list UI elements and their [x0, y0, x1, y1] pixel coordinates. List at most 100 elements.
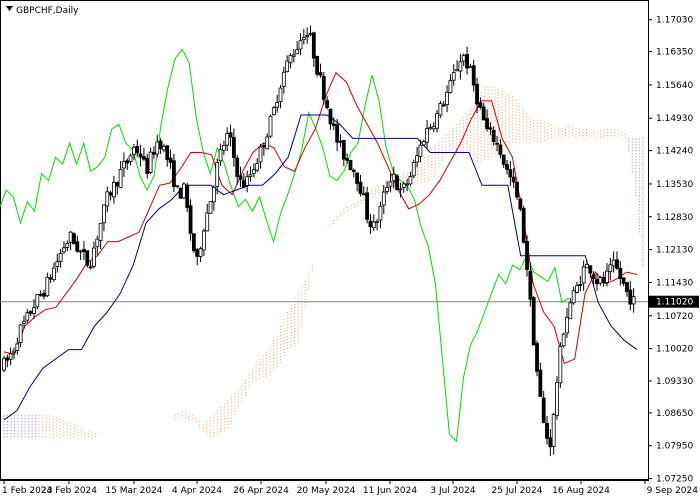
candle	[191, 233, 196, 253]
candle-body	[181, 183, 186, 199]
candle-body	[428, 127, 433, 130]
candle-body	[105, 191, 110, 207]
time-tick-label: 25 Jul 2024	[492, 486, 543, 496]
candle	[518, 197, 523, 212]
candle-body	[45, 277, 50, 297]
candle-body	[118, 168, 123, 188]
candle	[558, 342, 563, 388]
candle-body	[325, 100, 330, 108]
candle-body	[172, 160, 176, 187]
candle	[315, 55, 320, 77]
candle-body	[22, 321, 26, 324]
candle-body	[142, 156, 146, 160]
candle-body	[508, 169, 513, 178]
candle-body	[185, 184, 190, 208]
candle-body	[445, 91, 449, 106]
symbol-title: GBPCHF,Daily	[6, 6, 79, 16]
candle-body	[12, 350, 16, 354]
candle-body	[5, 357, 10, 361]
price-tick-label: 1.12830	[656, 213, 693, 223]
candle-body	[102, 204, 106, 224]
time-tick-label: 4 Apr 2024	[172, 486, 222, 496]
candle-body	[308, 33, 313, 36]
candle-body	[201, 230, 206, 251]
current-price-value: 1.11020	[656, 298, 693, 308]
candle-body	[191, 233, 196, 252]
candle-body	[405, 183, 410, 186]
candle-body	[391, 173, 396, 182]
candle-body	[621, 277, 626, 284]
candle-body	[551, 413, 556, 447]
candle-body	[245, 176, 250, 186]
candle-body	[525, 240, 529, 270]
candle-body	[155, 141, 160, 155]
candle	[555, 376, 559, 420]
candle-body	[152, 151, 156, 155]
candle-body	[368, 220, 373, 228]
candle-body	[485, 118, 489, 130]
candle-body	[521, 207, 526, 243]
price-tick-label: 1.10020	[656, 345, 693, 355]
candle-body	[475, 84, 479, 105]
candle-body	[491, 130, 496, 142]
candle-body	[351, 169, 356, 172]
candle-body	[375, 221, 380, 223]
candle-body	[108, 192, 113, 196]
price-tick-label: 1.14240	[656, 147, 693, 157]
candle	[271, 106, 276, 116]
candle-body	[55, 261, 60, 267]
time-tick-label: 3 Jul 2024	[430, 486, 475, 496]
candle-body	[265, 136, 270, 150]
time-tick-label: 9 Sep 2024	[647, 486, 699, 496]
candle-body	[601, 276, 606, 284]
price-tick-label: 1.09330	[656, 377, 693, 387]
ichimoku-chart: GBPCHF,Daily 1.17030 1.16350 1.15640 1.1493…	[0, 0, 699, 496]
candle-body	[238, 175, 243, 180]
candle-body	[42, 292, 46, 297]
candle-body	[138, 153, 143, 158]
candle-body	[338, 140, 343, 143]
candle-body	[158, 140, 163, 150]
candle-body	[575, 285, 579, 293]
candle-body	[321, 75, 326, 100]
candle-body	[28, 311, 33, 314]
candle-body	[48, 277, 53, 280]
candle-body	[205, 212, 210, 232]
price-tick-label: 1.14930	[656, 114, 693, 124]
candle-body	[378, 205, 383, 221]
candle-body	[571, 290, 576, 304]
candle-body	[471, 65, 476, 86]
candle-body	[95, 238, 100, 247]
candle	[2, 355, 6, 373]
candle-body	[301, 37, 306, 40]
candle-body	[58, 253, 63, 262]
candle-body	[431, 126, 436, 130]
candle-body	[261, 145, 266, 148]
candle	[438, 100, 443, 118]
candle-body	[371, 221, 376, 229]
candle	[35, 294, 40, 310]
candle-body	[625, 282, 629, 293]
candle-body	[248, 174, 253, 177]
candle-body	[331, 123, 336, 126]
candle-body	[518, 198, 523, 210]
candle-body	[92, 247, 96, 267]
candle-body	[15, 343, 20, 351]
candle-body	[8, 353, 13, 360]
candle-body	[498, 144, 503, 155]
candle	[181, 182, 186, 200]
candle-body	[615, 259, 619, 269]
candle	[85, 250, 90, 268]
candle	[395, 174, 400, 191]
candle-body	[478, 102, 483, 108]
candle-body	[268, 115, 273, 137]
candle-body	[311, 32, 316, 59]
candle-body	[241, 180, 246, 188]
time-axis: 1 Feb 202423 Feb 2024 15 Mar 2024 4 Apr 20…	[2, 480, 698, 496]
candle-body	[298, 40, 303, 50]
candle-body	[225, 133, 230, 146]
candle-body	[348, 159, 353, 171]
candle-body	[168, 157, 173, 163]
candle	[411, 159, 416, 179]
candle-body	[178, 187, 183, 199]
